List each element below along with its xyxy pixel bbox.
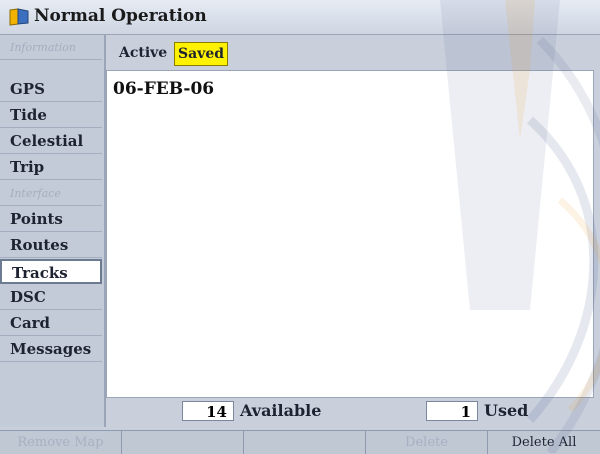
softkey-delete-all[interactable]: Delete All [488, 431, 600, 454]
tab-saved[interactable]: Saved [174, 42, 229, 66]
available-count: 14 [182, 401, 234, 421]
saved-tracks-list: 06-FEB-06 [106, 70, 594, 398]
available-label: Available [240, 401, 322, 420]
softkey-3[interactable] [244, 431, 366, 454]
sidebar-item-tracks[interactable]: Tracks [0, 259, 102, 284]
track-memory-stats: 14 Available 1 Used [106, 397, 600, 425]
softkey-remove-map[interactable]: Remove Map [0, 431, 122, 454]
sidebar-item-tide[interactable]: Tide [0, 103, 102, 128]
list-item[interactable]: 06-FEB-06 [113, 79, 214, 99]
used-label: Used [484, 401, 529, 420]
sidebar-item-trip[interactable]: Trip [0, 155, 102, 180]
tab-active[interactable]: Active [116, 42, 170, 64]
sidebar-item-celestial[interactable]: Celestial [0, 129, 102, 154]
softkey-bar: Remove Map Delete Delete All [0, 430, 600, 454]
softkey-delete[interactable]: Delete [366, 431, 488, 454]
title-bar: Normal Operation [0, 0, 600, 35]
window-title: Normal Operation [34, 6, 207, 26]
sidebar-item-gps[interactable]: GPS [0, 77, 102, 102]
softkey-2[interactable] [122, 431, 244, 454]
sidebar-item-routes[interactable]: Routes [0, 233, 102, 258]
sidebar: Information GPS Tide Celestial Trip Inte… [0, 35, 106, 427]
sidebar-header-interface: Interface [0, 181, 102, 206]
sidebar-item-messages[interactable]: Messages [0, 337, 102, 362]
sidebar-header-information: Information [0, 35, 102, 60]
tab-bar: Active Saved [106, 35, 600, 70]
sidebar-item-dsc[interactable]: DSC [0, 285, 102, 310]
sidebar-item-card[interactable]: Card [0, 311, 102, 336]
garmin-flag-icon [9, 8, 29, 26]
sidebar-item-points[interactable]: Points [0, 207, 102, 232]
used-count: 1 [426, 401, 478, 421]
